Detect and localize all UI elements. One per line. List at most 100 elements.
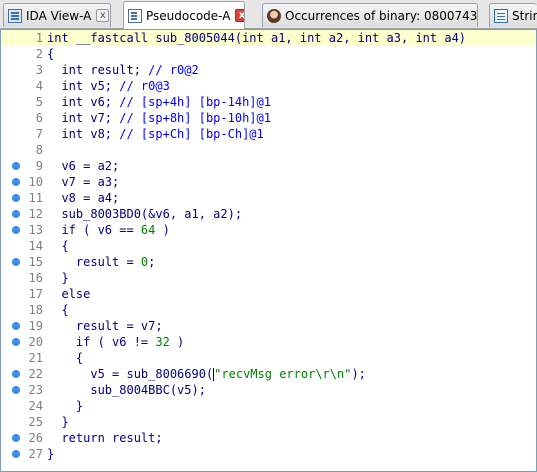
code-line[interactable]: 3 int result; // r0@2 <box>1 62 536 78</box>
breakpoint-dot-icon[interactable] <box>12 258 20 266</box>
line-number: 23 <box>28 383 43 397</box>
tab-strings-label: String <box>512 8 537 23</box>
breakpoint-dot-icon[interactable] <box>12 370 20 378</box>
code-token: { <box>47 47 55 61</box>
code-line[interactable]: 4 int v5; // r0@3 <box>1 78 536 94</box>
code-line[interactable]: 25 } <box>1 414 536 430</box>
code-line[interactable]: 22 v5 = sub_8006690("recvMsg error\r\n")… <box>1 366 536 382</box>
line-number: 24 <box>28 399 43 413</box>
line-number: 17 <box>28 287 43 301</box>
code-token: // [sp+4h] [bp-14h]@1 <box>119 95 271 109</box>
line-number: 6 <box>35 111 43 125</box>
code-token: ); <box>351 367 366 381</box>
code-token: { <box>47 303 69 317</box>
line-number: 22 <box>28 367 43 381</box>
tab-ida-view[interactable]: IDA View-A x <box>3 3 111 27</box>
code-text: else <box>47 286 90 302</box>
code-text: v7 = a3; <box>47 174 119 190</box>
code-text: sub_8004BBC(v5); <box>47 382 206 398</box>
line-number: 14 <box>28 239 43 253</box>
code-token: result = v7; <box>47 319 163 333</box>
occurrences-icon <box>267 8 281 23</box>
code-text: result = 0; <box>47 254 156 270</box>
code-line[interactable]: 26 return result; <box>1 430 536 446</box>
code-token: int __fastcall sub_8005044(int a1, int a… <box>47 31 467 45</box>
code-line[interactable]: 18 { <box>1 302 536 318</box>
breakpoint-dot-icon[interactable] <box>12 338 20 346</box>
code-text: int v6; // [sp+4h] [bp-14h]@1 <box>47 94 271 110</box>
breakpoint-dot-icon[interactable] <box>12 386 20 394</box>
code-line[interactable]: 11 v8 = a4; <box>1 190 536 206</box>
code-line[interactable]: 7 int v8; // [sp+Ch] [bp-Ch]@1 <box>1 126 536 142</box>
code-line[interactable]: 27} <box>1 446 536 462</box>
pseudocode-editor[interactable]: 1 int __fastcall sub_8005044(int a1, int … <box>0 29 537 472</box>
code-line[interactable]: 19 result = v7; <box>1 318 536 334</box>
code-text: int result; // r0@2 <box>47 62 198 78</box>
code-text: int v5; // r0@3 <box>47 78 169 94</box>
code-line[interactable]: 13 if ( v6 == 64 ) <box>1 222 536 238</box>
code-text: sub_8003BD0(&v6, a1, a2); <box>47 206 242 222</box>
line-number: 7 <box>35 127 43 141</box>
code-line[interactable]: 12 sub_8003BD0(&v6, a1, a2); <box>1 206 536 222</box>
code-line[interactable]: 1 int __fastcall sub_8005044(int a1, int … <box>1 30 536 46</box>
code-line[interactable]: 2{ <box>1 46 536 62</box>
code-text: } <box>47 446 54 462</box>
breakpoint-dot-icon[interactable] <box>12 210 20 218</box>
pseudocode-icon <box>128 8 142 23</box>
code-line[interactable]: 5 int v6; // [sp+4h] [bp-14h]@1 <box>1 94 536 110</box>
line-number: 5 <box>35 95 43 109</box>
code-token: // [sp+8h] [bp-10h]@1 <box>119 111 271 125</box>
code-text: { <box>47 302 69 318</box>
code-token: } <box>47 271 69 285</box>
code-token: sub_8004BBC(v5); <box>47 383 206 397</box>
breakpoint-dot-icon[interactable] <box>12 322 20 330</box>
tab-strings[interactable]: String <box>489 3 537 27</box>
tab-occurrences-label: Occurrences of binary: 08007433 <box>285 8 478 23</box>
code-token: int v8; <box>47 127 120 141</box>
breakpoint-dot-icon[interactable] <box>12 434 20 442</box>
code-line[interactable]: 20 if ( v6 != 32 ) <box>1 334 536 350</box>
code-line[interactable]: 24 } <box>1 398 536 414</box>
line-number: 26 <box>28 431 43 445</box>
code-line[interactable]: 10 v7 = a3; <box>1 174 536 190</box>
breakpoint-dot-icon[interactable] <box>12 178 20 186</box>
code-text: v5 = sub_8006690("recvMsg error\r\n"); <box>47 366 366 382</box>
tab-ida-view-label: IDA View-A <box>26 8 92 23</box>
line-number: 10 <box>28 175 43 189</box>
code-token: result = <box>47 255 141 269</box>
code-line[interactable]: 16 } <box>1 270 536 286</box>
code-token: } <box>47 415 69 429</box>
breakpoint-dot-icon[interactable] <box>12 450 20 458</box>
strings-icon <box>494 8 508 23</box>
code-token: { <box>47 239 69 253</box>
code-line[interactable]: 6 int v7; // [sp+8h] [bp-10h]@1 <box>1 110 536 126</box>
code-line[interactable]: 21 { <box>1 350 536 366</box>
code-token: v6 = a2; <box>47 159 120 173</box>
close-icon[interactable]: x <box>96 9 110 22</box>
code-line[interactable]: 8 <box>1 142 536 158</box>
code-token: } <box>47 399 84 413</box>
breakpoint-dot-icon[interactable] <box>12 194 20 202</box>
line-number: 16 <box>28 271 43 285</box>
line-number: 19 <box>28 319 43 333</box>
line-number: 8 <box>35 143 43 157</box>
line-number: 1 <box>35 31 43 45</box>
code-line[interactable]: 9 v6 = a2; <box>1 158 536 174</box>
code-token: sub_8003BD0(&v6, a1, a2); <box>47 207 243 221</box>
tab-pseudocode[interactable]: Pseudocode-A x <box>123 1 245 29</box>
tab-occurrences[interactable]: Occurrences of binary: 08007433 x <box>262 3 478 27</box>
code-line[interactable]: 15 result = 0; <box>1 254 536 270</box>
code-line[interactable]: 23 sub_8004BBC(v5); <box>1 382 536 398</box>
code-token: { <box>47 351 84 365</box>
code-token: "recvMsg error\r\n" <box>214 367 352 381</box>
line-number: 27 <box>28 447 43 461</box>
code-token: ; <box>148 255 156 269</box>
code-text: } <box>47 414 69 430</box>
code-line[interactable]: 17 else <box>1 286 536 302</box>
breakpoint-dot-icon[interactable] <box>12 226 20 234</box>
line-number: 9 <box>35 159 43 173</box>
code-token: else <box>47 287 91 301</box>
breakpoint-dot-icon[interactable] <box>12 162 20 170</box>
close-icon[interactable]: x <box>235 9 244 22</box>
code-line[interactable]: 14 { <box>1 238 536 254</box>
